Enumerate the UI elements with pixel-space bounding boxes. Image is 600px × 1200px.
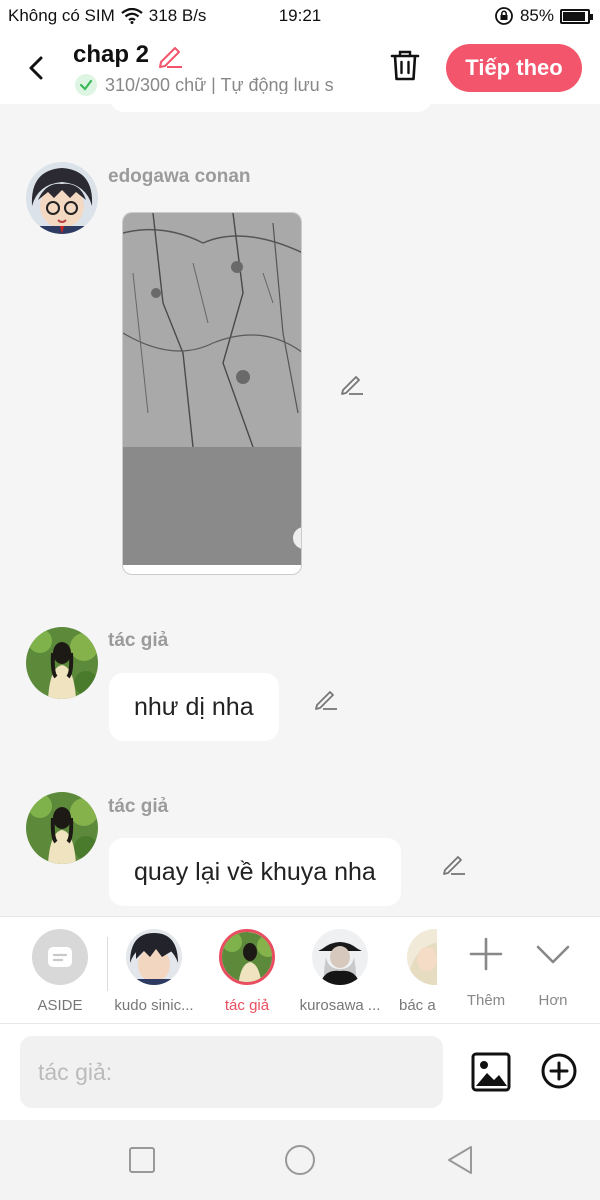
character-label: kudo sinic... xyxy=(114,997,194,1014)
character-kudo[interactable]: kudo sinic... xyxy=(109,929,199,1014)
chapter-title[interactable]: chap 2 xyxy=(73,41,149,69)
character-label: kurosawa ... xyxy=(299,997,381,1014)
aside-icon xyxy=(32,929,88,985)
edit-message-icon[interactable] xyxy=(338,370,366,398)
edit-message-icon[interactable] xyxy=(312,685,340,713)
word-count-autosave: 310/300 chữ | Tự động lưu s xyxy=(105,74,334,95)
battery-percent: 85% xyxy=(519,6,554,25)
avatar-edogawa-conan[interactable] xyxy=(26,162,98,234)
avatar xyxy=(312,929,368,985)
image-icon[interactable] xyxy=(470,1051,512,1093)
previous-message-bubble xyxy=(110,94,432,112)
add-circle-icon[interactable] xyxy=(540,1052,578,1090)
back-icon[interactable] xyxy=(20,48,54,88)
character-bar: ASIDE kudo sinic... tác giả kurosawa ...… xyxy=(0,916,600,1024)
plus-icon xyxy=(469,937,503,971)
battery-icon xyxy=(560,8,593,24)
character-label: bác a xyxy=(399,997,436,1014)
author-name: edogawa conan xyxy=(108,166,251,187)
recents-icon[interactable] xyxy=(126,1144,158,1176)
character-kurosawa[interactable]: kurosawa ... xyxy=(295,929,385,1014)
chevron-down-icon xyxy=(536,945,570,964)
trash-icon[interactable] xyxy=(388,48,422,84)
message-input[interactable] xyxy=(20,1036,443,1108)
home-icon[interactable] xyxy=(284,1144,316,1176)
add-label: Thêm xyxy=(466,992,506,1009)
status-bar: Không có SIM 318 B/s 19:21 85% xyxy=(0,0,600,32)
character-label: tác giả xyxy=(224,997,270,1014)
avatar-author[interactable] xyxy=(26,792,98,864)
message-bubble[interactable]: quay lại về khuya nha xyxy=(109,838,401,906)
more-button[interactable]: Hơn xyxy=(518,929,588,1009)
character-author[interactable]: tác giả xyxy=(202,929,292,1014)
back-nav-icon[interactable] xyxy=(444,1144,476,1176)
edit-title-icon[interactable] xyxy=(155,40,185,70)
avatar xyxy=(219,929,275,985)
system-nav-bar xyxy=(0,1120,600,1200)
sketch-image xyxy=(123,213,301,447)
author-name: tác giả xyxy=(108,630,169,651)
more-label: Hơn xyxy=(538,992,568,1009)
message-bubble[interactable]: như dị nha xyxy=(109,673,279,741)
message-image[interactable] xyxy=(122,212,302,575)
avatar xyxy=(407,929,437,985)
character-bac[interactable]: bác a xyxy=(385,929,437,1014)
next-button[interactable]: Tiếp theo xyxy=(446,44,582,92)
avatar-author[interactable] xyxy=(26,627,98,699)
author-name: tác giả xyxy=(108,796,169,817)
character-aside[interactable]: ASIDE xyxy=(15,929,105,1014)
saved-check-icon xyxy=(75,74,97,96)
add-character-button[interactable]: Thêm xyxy=(451,929,521,1009)
edit-message-icon[interactable] xyxy=(440,850,468,878)
composer xyxy=(0,1024,600,1120)
avatar xyxy=(126,929,182,985)
character-label: ASIDE xyxy=(37,997,83,1014)
rotation-lock-icon xyxy=(495,7,513,25)
